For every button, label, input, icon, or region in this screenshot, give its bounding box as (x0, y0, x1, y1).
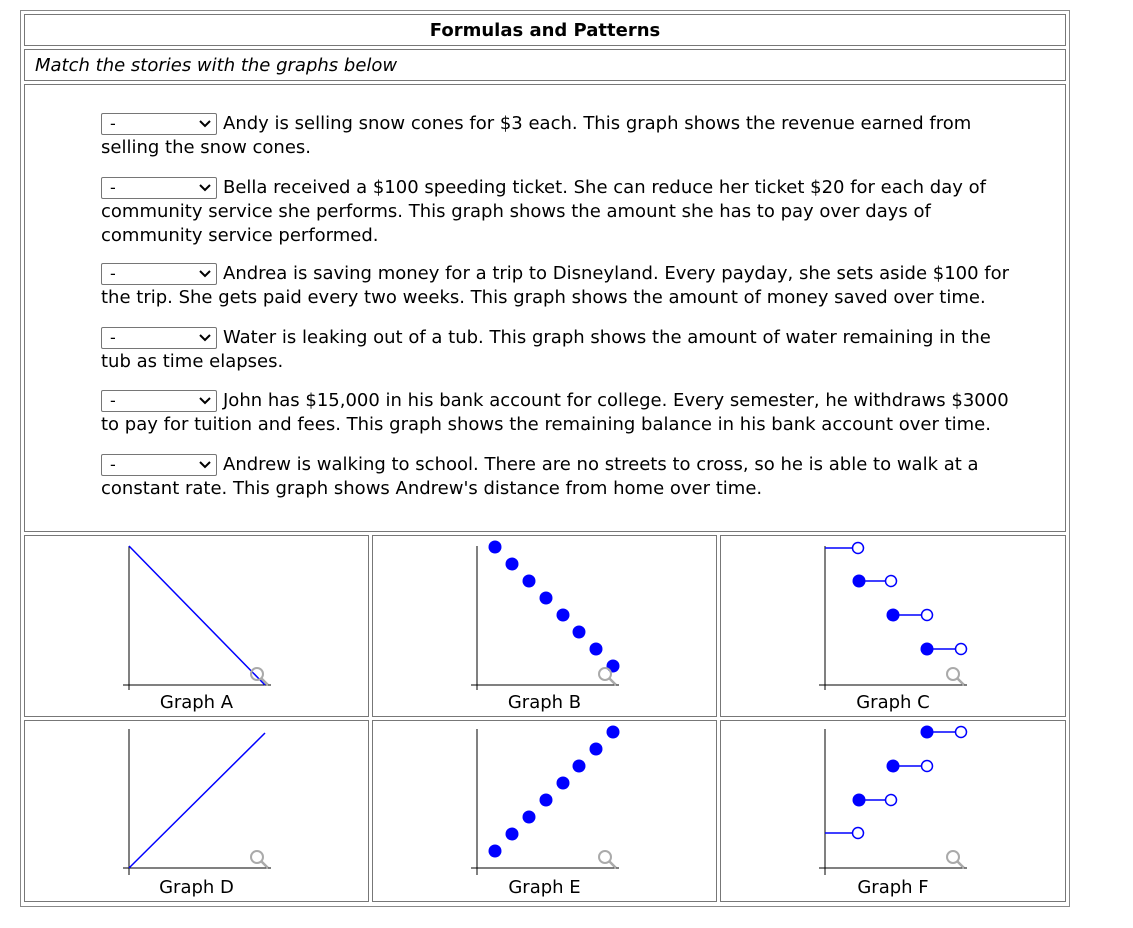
graph-e-plot (471, 725, 620, 875)
graph-f-cell: Graph F (720, 720, 1066, 902)
instructions: Match the stories with the graphs below (24, 49, 1066, 81)
graph-b-point (488, 540, 502, 554)
story-select[interactable]: - (101, 177, 217, 199)
graph-b-cell: Graph B (372, 535, 717, 717)
story-andy: - Andy is selling snow cones for $3 each.… (101, 112, 1021, 160)
graph-b-plot (471, 540, 620, 690)
story-text: Andrew is walking to school. There are n… (101, 454, 979, 499)
graph-e-point (589, 742, 603, 756)
story-text: John has $15,000 in his bank account for… (101, 390, 1009, 435)
story-andrea: - Andrea is saving money for a trip to Di… (101, 262, 1021, 310)
chevron-down-icon (199, 461, 211, 469)
graph-b-point (589, 642, 603, 656)
graph-b-point (556, 608, 570, 622)
graph-f-plot (819, 725, 968, 875)
graph-b-point (606, 659, 620, 673)
graph-e-cell: Graph E (372, 720, 717, 902)
page-title: Formulas and Patterns (24, 14, 1066, 46)
magnifier-icon[interactable] (598, 850, 617, 869)
story-text: Andy is selling snow cones for $3 each. … (101, 113, 972, 158)
chevron-down-icon (199, 397, 211, 405)
graph-c-plot (819, 541, 968, 690)
story-select[interactable]: - (101, 390, 217, 412)
magnifier-icon[interactable] (946, 850, 965, 869)
graph-e-point (572, 759, 586, 773)
chevron-down-icon (199, 334, 211, 342)
story-john: - John has $15,000 in his bank account fo… (101, 389, 1021, 437)
magnifier-icon[interactable] (250, 667, 269, 686)
graph-caption: Graph A (159, 692, 234, 713)
story-select[interactable]: - (101, 113, 217, 135)
story-select[interactable]: - (101, 454, 217, 476)
magnifier-icon[interactable] (946, 667, 965, 686)
select-value: - (110, 328, 116, 347)
select-value: - (110, 178, 116, 197)
graph-b-point (505, 557, 519, 571)
graph-a-cell: Graph A (24, 535, 369, 717)
story-text: Water is leaking out of a tub. This grap… (101, 327, 991, 372)
graph-e-point (606, 725, 620, 739)
graph-c-cell: Graph C (720, 535, 1066, 717)
graph-d-line (128, 732, 266, 869)
graph-b-point (572, 625, 586, 639)
select-value: - (110, 114, 116, 133)
graph-e-point (556, 776, 570, 790)
graph-e-point (522, 810, 536, 824)
story-text: Andrea is saving money for a trip to Dis… (101, 263, 1010, 308)
story-andrew: - Andrew is walking to school. There are … (101, 453, 1021, 501)
graph-caption: Graph D (159, 877, 234, 898)
chevron-down-icon (199, 120, 211, 128)
graph-caption: Graph B (507, 692, 582, 713)
graph-e-point (505, 827, 519, 841)
graph-b-point (539, 591, 553, 605)
graph-d-cell: Graph D (24, 720, 369, 902)
graph-d-plot (123, 729, 271, 875)
story-select[interactable]: - (101, 263, 217, 285)
chevron-down-icon (199, 270, 211, 278)
story-select[interactable]: - (101, 327, 217, 349)
graph-b-point (522, 574, 536, 588)
story-water: - Water is leaking out of a tub. This gra… (101, 326, 1021, 374)
graph-e-point (539, 793, 553, 807)
story-text: Bella received a $100 speeding ticket. S… (101, 177, 986, 246)
select-value: - (110, 391, 116, 410)
select-value: - (110, 264, 116, 283)
chevron-down-icon (199, 184, 211, 192)
graph-caption: Graph E (508, 877, 581, 898)
graph-a-line (128, 545, 266, 686)
magnifier-icon[interactable] (250, 850, 269, 869)
stories-panel: - Andy is selling snow cones for $3 each.… (24, 84, 1066, 532)
graph-caption: Graph F (857, 877, 929, 898)
story-bella: - Bella received a $100 speeding ticket. … (101, 176, 1021, 248)
graph-a-plot (123, 545, 271, 690)
graph-caption: Graph C (856, 692, 930, 713)
select-value: - (110, 455, 116, 474)
graph-e-point (488, 844, 502, 858)
